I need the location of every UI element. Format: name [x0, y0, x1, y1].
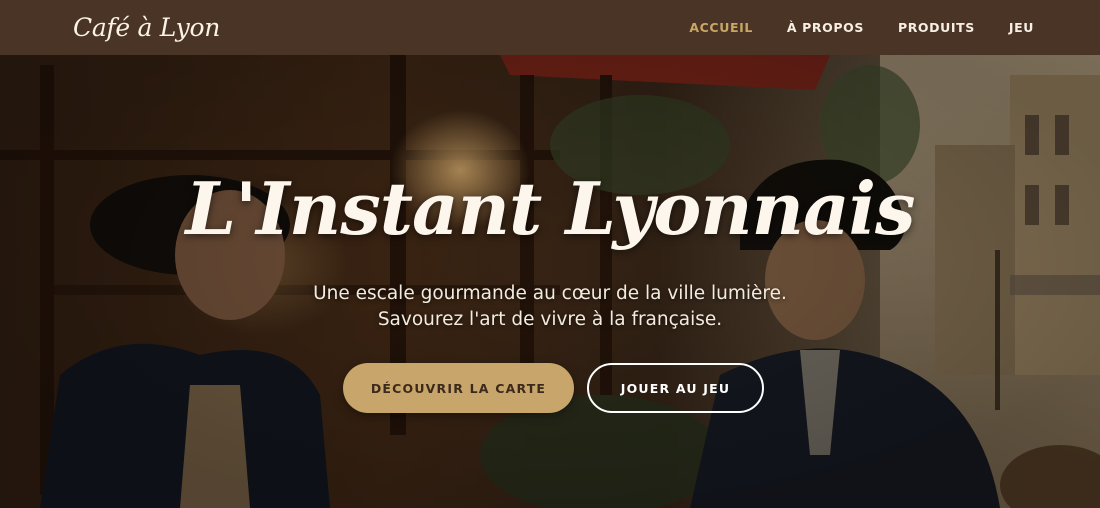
navbar: Café à Lyon ACCUEIL À PROPOS PRODUITS JE…	[0, 0, 1100, 55]
discover-menu-button[interactable]: DÉCOUVRIR LA CARTE	[343, 363, 574, 413]
nav-item-jeu[interactable]: JEU	[1009, 20, 1034, 35]
nav-item-a-propos[interactable]: À PROPOS	[787, 20, 864, 35]
hero-content: L'Instant Lyonnais Une escale gourmande …	[0, 55, 1100, 508]
hero-title: L'Instant Lyonnais	[185, 166, 916, 251]
play-game-button[interactable]: JOUER AU JEU	[587, 363, 764, 413]
hero-subtitle: Une escale gourmande au cœur de la ville…	[313, 283, 787, 330]
hero-section: L'Instant Lyonnais Une escale gourmande …	[0, 55, 1100, 508]
main-nav: ACCUEIL À PROPOS PRODUITS JEU	[689, 20, 1034, 35]
brand-logo[interactable]: Café à Lyon	[73, 13, 220, 42]
nav-item-accueil[interactable]: ACCUEIL	[689, 20, 753, 35]
nav-item-produits[interactable]: PRODUITS	[898, 20, 975, 35]
